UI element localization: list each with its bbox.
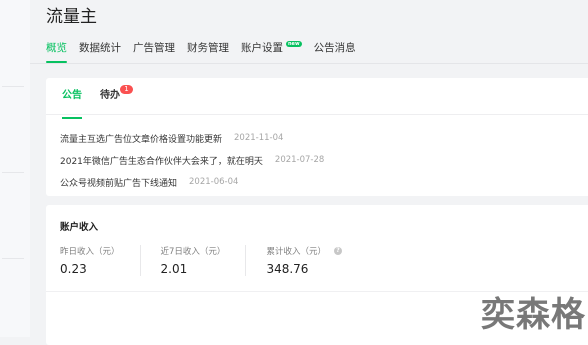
notice-title[interactable]: 公众号视频前贴广告下线通知 [60, 176, 177, 189]
tab-statistics[interactable]: 数据统计 [79, 38, 121, 58]
notice-date: 2021-07-28 [274, 155, 325, 165]
notice-tabs: 公告 待办 1 [62, 85, 133, 119]
notice-title[interactable]: 2021年微信广告生态合作伙伴大会来了，就在明天 [60, 154, 263, 167]
tab-finance[interactable]: 财务管理 [187, 38, 229, 58]
stat-label: 累计收入（元） ? [266, 245, 342, 257]
main-nav: 概览 数据统计 广告管理 财务管理 账户设置 new 公告消息 [46, 38, 356, 63]
notice-date: 2021-06-04 [189, 177, 239, 187]
todo-count-badge: 1 [120, 85, 133, 94]
sidebar-divider [2, 172, 24, 173]
stat-7days: 近7日收入（元） 2.01 [139, 245, 246, 276]
tab-label: 概览 [46, 42, 67, 54]
tab-label: 广告管理 [133, 42, 175, 54]
sidebar-divider [2, 258, 24, 259]
tab-announcements[interactable]: 公告消息 [314, 38, 356, 58]
stat-label: 近7日收入（元） [161, 245, 226, 257]
tab-notices[interactable]: 公告 [62, 90, 82, 119]
question-icon[interactable]: ? [333, 247, 342, 255]
watermark-text: 奕森格 [481, 295, 586, 335]
sidebar-strip [0, 0, 30, 337]
tab-label: 账户设置 [241, 42, 283, 54]
stat-value: 2.01 [160, 262, 188, 276]
tabs-divider [46, 114, 588, 115]
tab-label: 公告消息 [313, 42, 356, 54]
tab-label: 公告 [62, 90, 82, 101]
sidebar-divider [2, 86, 24, 87]
page-title: 流量主 [46, 7, 97, 27]
notice-date: 2021-11-04 [234, 133, 284, 143]
stat-total: 累计收入（元） ? 348.76 [245, 245, 362, 276]
stat-label-text: 累计收入（元） [266, 247, 326, 257]
new-badge: new [286, 41, 302, 47]
income-stats: 昨日收入（元） 0.23 近7日收入（元） 2.01 累计收入（元） ? 348… [60, 245, 362, 276]
watermark: 奕森格 [466, 293, 588, 337]
list-item[interactable]: 流量主互选广告位文章价格设置功能更新 2021-11-04 [60, 127, 324, 149]
tab-label: 待办 [100, 90, 120, 101]
stat-label-text: 昨日收入（元） [60, 247, 120, 257]
income-title: 账户收入 [60, 222, 99, 233]
tab-account-settings[interactable]: 账户设置 new [241, 38, 302, 58]
header-divider [30, 63, 588, 64]
tab-overview[interactable]: 概览 [46, 38, 67, 63]
notice-title[interactable]: 流量主互选广告位文章价格设置功能更新 [60, 132, 222, 145]
stat-label-text: 近7日收入（元） [160, 247, 226, 257]
tab-label: 数据统计 [79, 42, 121, 54]
stat-value: 0.23 [60, 262, 87, 276]
page-header: 流量主 概览 数据统计 广告管理 财务管理 账户设置 new 公告消息 [30, 0, 588, 63]
stat-yesterday: 昨日收入（元） 0.23 [60, 245, 140, 276]
notice-card: 公告 待办 1 流量主互选广告位文章价格设置功能更新 2021-11-04 20… [46, 78, 588, 196]
tab-todo[interactable]: 待办 1 [100, 85, 133, 110]
tab-label: 财务管理 [187, 42, 229, 54]
list-item[interactable]: 公众号视频前贴广告下线通知 2021-06-04 [60, 171, 324, 193]
income-divider [46, 291, 588, 292]
tab-ad-management[interactable]: 广告管理 [133, 38, 175, 58]
stat-value: 348.76 [266, 262, 309, 276]
list-item[interactable]: 2021年微信广告生态合作伙伴大会来了，就在明天 2021-07-28 [60, 149, 324, 171]
stat-label: 昨日收入（元） [60, 245, 120, 257]
notice-list: 流量主互选广告位文章价格设置功能更新 2021-11-04 2021年微信广告生… [60, 127, 324, 193]
